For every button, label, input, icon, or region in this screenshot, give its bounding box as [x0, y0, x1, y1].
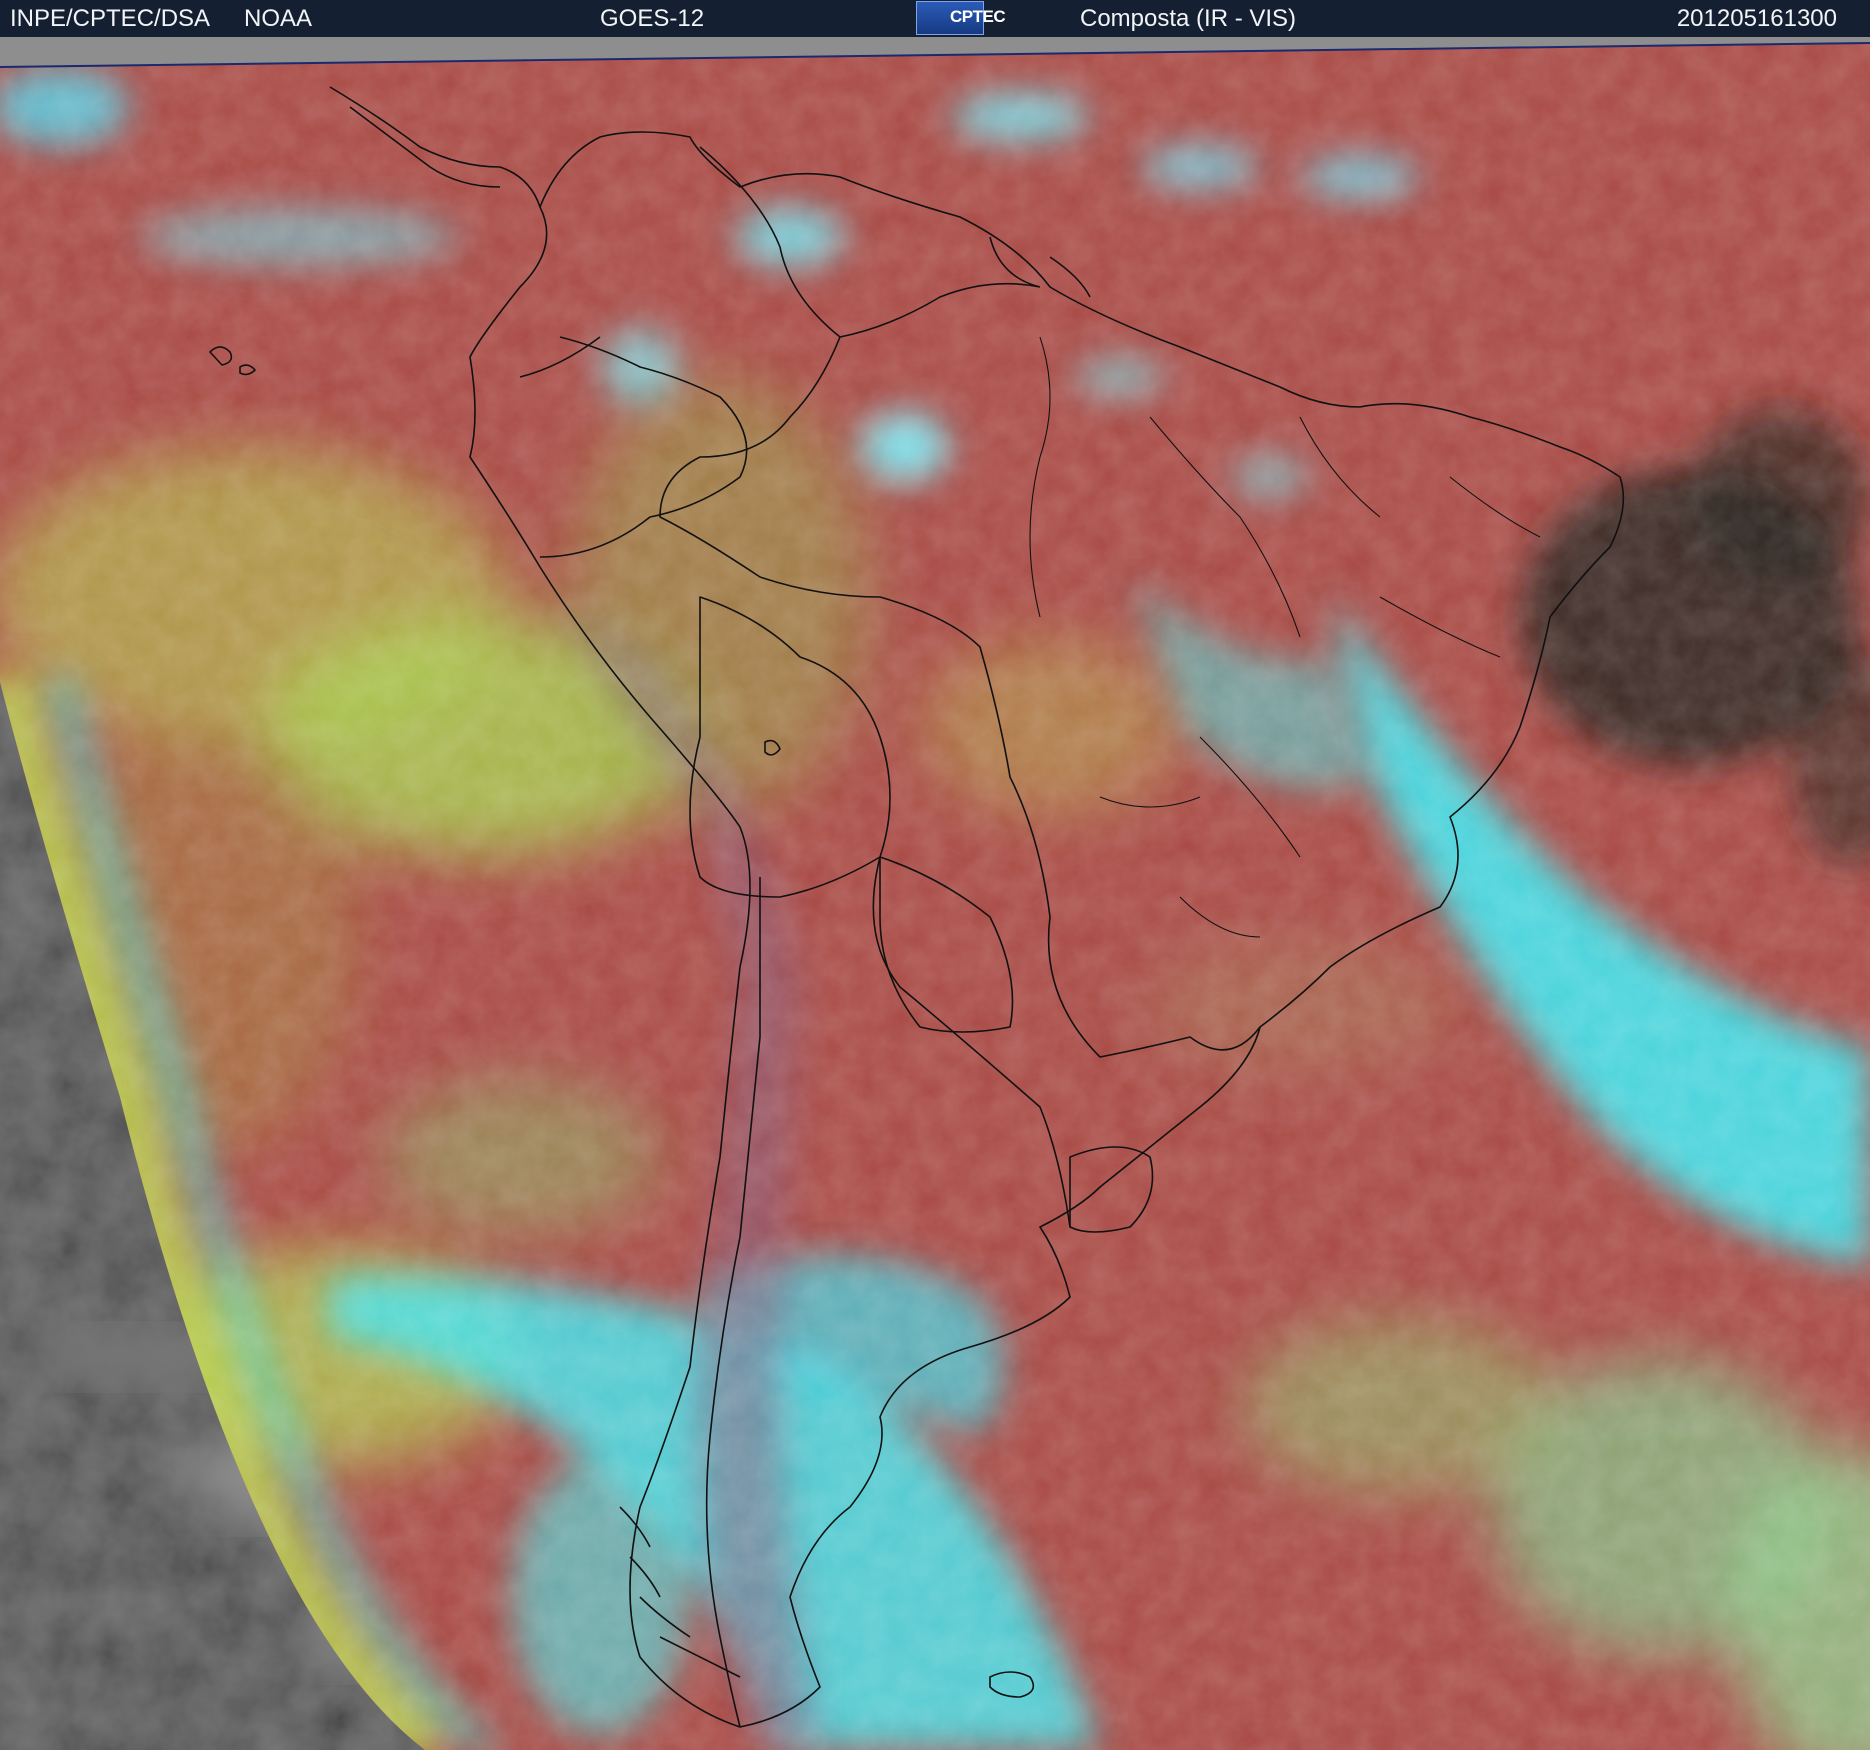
satellite-label: GOES-12 — [600, 5, 705, 32]
product-label: Composta (IR - VIS) — [1080, 5, 1297, 32]
timestamp-label: 201205161300 — [1676, 5, 1837, 32]
satellite-imagery — [0, 37, 1870, 1750]
cptec-logo-text: CPTEC — [950, 7, 1006, 26]
agency-label: NOAA — [244, 5, 313, 32]
satellite-image-frame: INPE/CPTEC/DSA NOAA GOES-12 CPTEC Compos… — [0, 0, 1870, 1750]
composite-image-svg — [0, 37, 1870, 1750]
cptec-logo: CPTEC — [916, 1, 1006, 35]
organization-label: INPE/CPTEC/DSA — [10, 5, 211, 32]
composite-disk — [0, 43, 1870, 1750]
header-bar: INPE/CPTEC/DSA NOAA GOES-12 CPTEC Compos… — [0, 0, 1870, 37]
